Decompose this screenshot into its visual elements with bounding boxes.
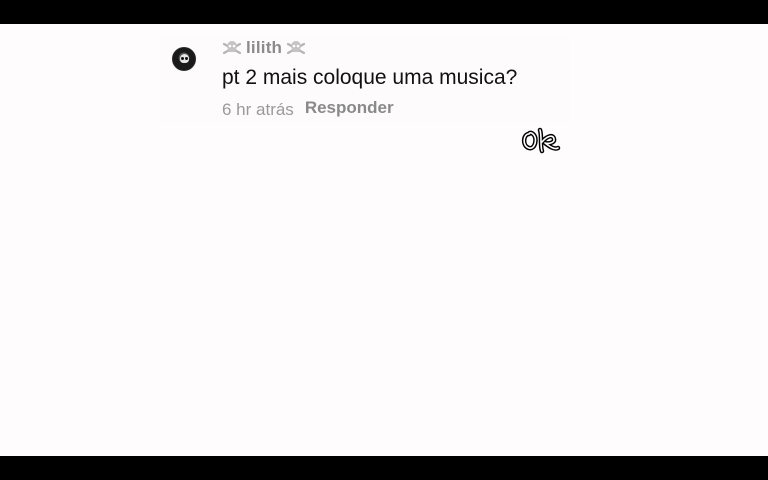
comment-timestamp: 6 hr atrás bbox=[222, 100, 294, 119]
comment-meta: 6 hr atrás Responder bbox=[222, 98, 394, 120]
reply-button[interactable]: Responder bbox=[305, 98, 394, 118]
username[interactable]: lilith bbox=[246, 38, 282, 58]
comment-text: pt 2 mais coloque uma musica? bbox=[222, 66, 518, 89]
comment-screen: lilith pt 2 mais coloque uma musica? 6 h… bbox=[0, 24, 768, 456]
skull-crossbones-icon bbox=[286, 39, 306, 57]
username-row: lilith bbox=[222, 38, 306, 58]
user-avatar[interactable] bbox=[172, 47, 196, 71]
skull-crossbones-icon bbox=[222, 39, 242, 57]
signature-watermark bbox=[520, 124, 562, 158]
skull-avatar-icon bbox=[180, 54, 189, 63]
video-frame: lilith pt 2 mais coloque uma musica? 6 h… bbox=[0, 0, 768, 480]
